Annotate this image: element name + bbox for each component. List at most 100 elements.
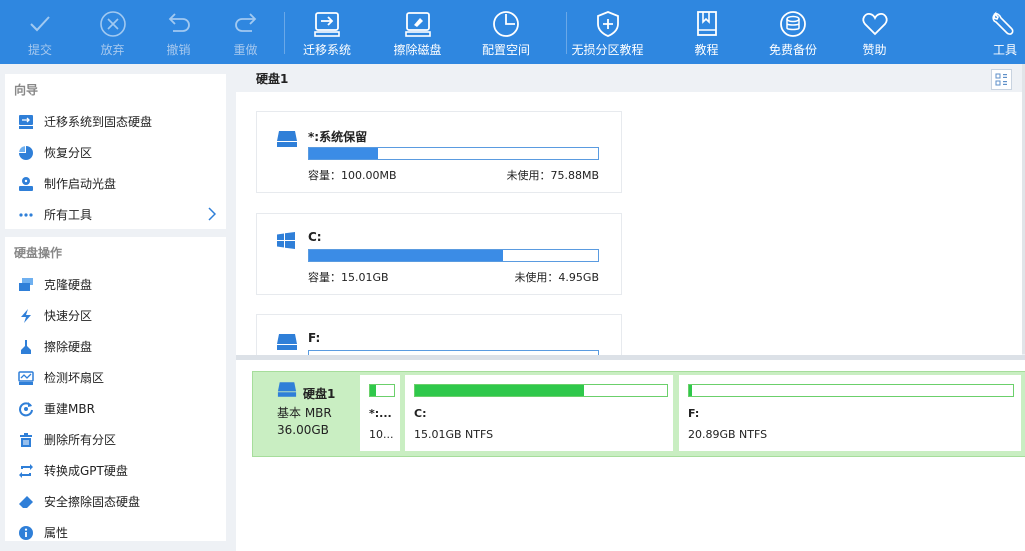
sidebar-item-label: 属性 <box>44 526 69 540</box>
partition-block[interactable]: C: 15.01GB NTFS <box>405 375 673 451</box>
partition-name: C: <box>308 230 322 244</box>
lossless-tutorial-label: 无损分区教程 <box>571 43 644 57</box>
sidebar-item-label: 制作启动光盘 <box>44 177 117 191</box>
sidebar-item-label: 重建MBR <box>44 402 95 416</box>
shield-plus-icon <box>596 11 619 37</box>
partition-name: *:系统保留 <box>308 130 368 144</box>
sidebar: 向导 迁移系统到固态硬盘 恢复分区 制作启动光盘 所有工具 硬盘操作 克隆硬盘 … <box>5 74 226 541</box>
boot-disc-icon <box>18 176 34 192</box>
book-icon <box>696 11 717 36</box>
sidebar-item-secure-erase-ssd[interactable]: 安全擦除固态硬盘 <box>5 486 226 517</box>
disk-ops-panel: 硬盘操作 克隆硬盘 快速分区 擦除硬盘 检测坏扇区 重建MBR 删除所有分区 转… <box>5 237 226 541</box>
sidebar-item-rebuild-mbr[interactable]: 重建MBR <box>5 393 226 424</box>
drive-icon <box>277 381 297 401</box>
sidebar-item-label: 擦除硬盘 <box>44 340 93 354</box>
sidebar-item-all-tools[interactable]: 所有工具 <box>5 199 226 230</box>
submit-button[interactable]: 提交 <box>0 0 80 64</box>
tools-label: 工具 <box>992 43 1017 57</box>
migrate-icon <box>314 12 340 37</box>
sidebar-item-wipe-disk[interactable]: 擦除硬盘 <box>5 331 226 362</box>
disk-name: 硬盘1 <box>303 387 336 401</box>
unused-text: 未使用：4.95GB <box>514 271 599 284</box>
info-icon <box>18 525 34 541</box>
sidebar-item-migrate-ssd[interactable]: 迁移系统到固态硬盘 <box>5 106 226 137</box>
partition-block[interactable]: *:... 10... <box>360 375 400 451</box>
usage-bar <box>688 384 1014 397</box>
partition-card[interactable]: C: 容量：15.01GB 未使用：4.95GB <box>256 213 622 295</box>
sidebar-item-label: 检测坏扇区 <box>44 371 105 385</box>
sidebar-item-bad-sector[interactable]: 检测坏扇区 <box>5 362 226 393</box>
undo-button[interactable]: 撤销 <box>145 0 212 64</box>
discard-label: 放弃 <box>100 43 125 57</box>
redo-label: 重做 <box>233 43 258 57</box>
wipe-disk-label: 擦除磁盘 <box>393 43 442 57</box>
allocate-space-button[interactable]: 配置空间 <box>460 0 552 64</box>
view-toggle-button[interactable] <box>991 69 1012 90</box>
migrate-label: 迁移系统 <box>302 43 351 57</box>
discard-button[interactable]: 放弃 <box>80 0 145 64</box>
bad-sector-icon <box>18 370 34 386</box>
sidebar-item-label: 转换成GPT硬盘 <box>44 464 128 478</box>
redo-icon <box>234 13 256 32</box>
free-backup-button[interactable]: 免费备份 <box>750 0 836 64</box>
wipe-disk-icon <box>404 12 431 37</box>
eraser-icon <box>18 494 34 510</box>
wizard-panel: 向导 迁移系统到固态硬盘 恢复分区 制作启动光盘 所有工具 <box>5 74 226 229</box>
sidebar-item-recover-partition[interactable]: 恢复分区 <box>5 137 226 168</box>
usage-bar <box>308 249 599 262</box>
disk-map-row[interactable]: 硬盘1 基本 MBR 36.00GB *:... 10... C: 15.01G… <box>252 371 1025 457</box>
sidebar-item-label: 克隆硬盘 <box>44 278 93 292</box>
sidebar-item-label: 所有工具 <box>44 208 93 222</box>
partition-block-name: *:... <box>369 407 392 420</box>
unused-text: 未使用：75.88MB <box>506 169 599 182</box>
disk-size: 36.00GB <box>277 423 329 437</box>
migrate-ssd-icon <box>18 114 34 130</box>
disk-header: 硬盘1 <box>236 64 1016 90</box>
usage-bar <box>369 384 395 397</box>
check-icon <box>30 16 50 32</box>
sidebar-item-delete-all-partitions[interactable]: 删除所有分区 <box>5 424 226 455</box>
migrate-button[interactable]: 迁移系统 <box>279 0 375 64</box>
sidebar-item-properties[interactable]: 属性 <box>5 517 226 548</box>
backup-icon <box>780 11 806 37</box>
partition-card[interactable]: *:系统保留 容量：100.00MB 未使用：75.88MB <box>256 111 622 193</box>
sidebar-item-convert-gpt[interactable]: 转换成GPT硬盘 <box>5 455 226 486</box>
sidebar-item-boot-disc[interactable]: 制作启动光盘 <box>5 168 226 199</box>
wipe-disk-icon <box>18 339 34 355</box>
toolbar: 提交 放弃 撤销 重做 迁移系统 擦除磁盘 配置空间 无损分区教程 教程 免费备… <box>0 0 1025 64</box>
redo-button[interactable]: 重做 <box>212 0 279 64</box>
drive-icon <box>276 333 298 354</box>
free-backup-label: 免费备份 <box>768 43 817 57</box>
partition-card-list[interactable]: *:系统保留 容量：100.00MB 未使用：75.88MB C: 容量：15.… <box>236 92 1022 358</box>
lossless-tutorial-button[interactable]: 无损分区教程 <box>552 0 663 64</box>
sidebar-item-label: 安全擦除固态硬盘 <box>44 495 141 509</box>
wipe-disk-button[interactable]: 擦除磁盘 <box>375 0 460 64</box>
donate-button[interactable]: 赞助 <box>836 0 913 64</box>
sidebar-item-clone-disk[interactable]: 克隆硬盘 <box>5 269 226 300</box>
disk-ops-title: 硬盘操作 <box>14 246 63 260</box>
partition-block[interactable]: F: 20.89GB NTFS <box>679 375 1021 451</box>
chevron-right-icon <box>208 207 217 224</box>
more-tools-icon <box>18 207 34 223</box>
usage-bar <box>414 384 668 397</box>
tools-button[interactable]: 工具 <box>913 0 1025 64</box>
usage-fill <box>415 385 584 396</box>
partition-block-name: F: <box>688 407 700 420</box>
sidebar-item-label: 恢复分区 <box>44 146 93 160</box>
partition-block-info: 15.01GB NTFS <box>414 428 494 441</box>
clone-disk-icon <box>18 277 34 293</box>
tutorial-button[interactable]: 教程 <box>663 0 750 64</box>
main-area: 硬盘1 *:系统保留 容量：100.00MB 未使用：75.88MB C: 容量… <box>236 64 1025 551</box>
quick-partition-icon <box>18 308 34 324</box>
partition-card[interactable]: F: <box>256 314 622 358</box>
grid-view-icon <box>995 73 1007 86</box>
convert-gpt-icon <box>18 463 34 479</box>
capacity-text: 容量：100.00MB <box>308 169 397 182</box>
sidebar-item-quick-partition[interactable]: 快速分区 <box>5 300 226 331</box>
sidebar-item-label: 删除所有分区 <box>44 433 117 447</box>
wizard-title: 向导 <box>14 83 39 97</box>
usage-fill <box>309 148 379 159</box>
undo-icon <box>168 13 190 32</box>
undo-label: 撤销 <box>166 43 191 57</box>
disk-title: 硬盘1 <box>256 72 289 86</box>
